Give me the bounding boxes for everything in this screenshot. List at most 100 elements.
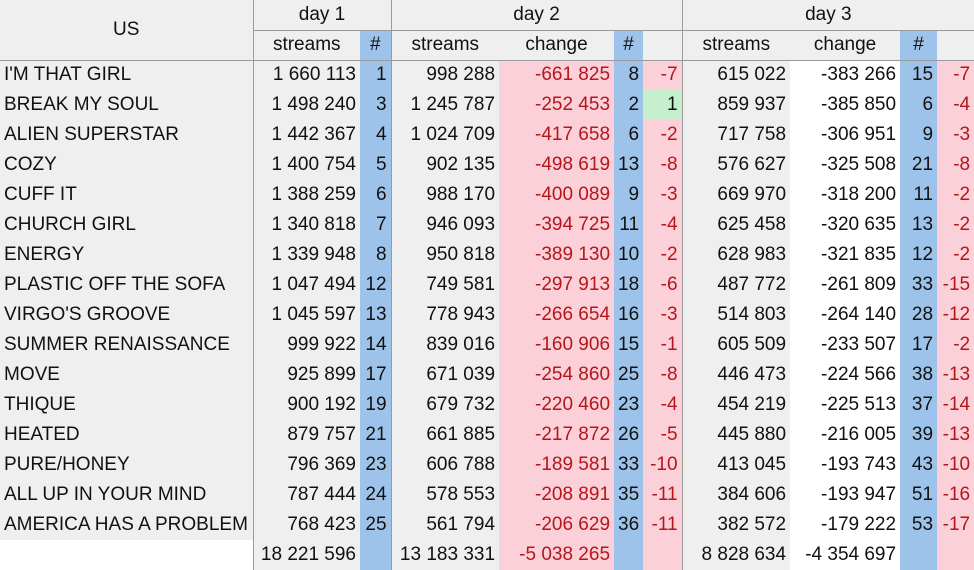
d3-rank-cell[interactable]: 43 [900,450,938,480]
d2-move-cell[interactable]: -4 [643,390,683,420]
d2-move-cell[interactable]: -1 [643,330,683,360]
d1-rank-cell[interactable]: 21 [360,420,392,450]
d3-streams-cell[interactable]: 446 473 [681,360,791,390]
d2-change-cell[interactable]: -217 872 [499,420,615,450]
d2-streams-cell[interactable]: 749 581 [390,270,500,300]
d3-streams-cell[interactable]: 445 880 [681,420,791,450]
d2-streams-cell[interactable]: 679 732 [390,390,500,420]
d2-streams-cell[interactable]: 671 039 [390,360,500,390]
song-title-cell[interactable]: CHURCH GIRL [0,210,253,240]
day2-streams-header[interactable]: streams [390,30,500,61]
d1-rank-cell[interactable]: 13 [360,300,392,330]
song-title-cell[interactable]: ENERGY [0,240,253,270]
d3-move-cell[interactable]: -3 [937,120,974,150]
d3-rank-cell[interactable]: 12 [900,240,938,270]
d3-change-cell[interactable]: -320 635 [790,210,901,240]
song-title-cell[interactable]: HEATED [0,420,253,450]
d3-streams-cell[interactable]: 576 627 [681,150,791,180]
d3-move-cell[interactable]: -12 [937,300,974,330]
d2-streams-cell[interactable]: 606 788 [390,450,500,480]
d2-change-cell[interactable]: -297 913 [499,270,615,300]
d2-rank-cell[interactable]: 15 [614,330,644,360]
d2-move-cell[interactable]: -7 [643,60,683,90]
d3-move-cell[interactable]: -8 [937,150,974,180]
total-d2-move-cell[interactable] [643,540,683,570]
d2-change-cell[interactable]: -661 825 [499,60,615,90]
d2-change-cell[interactable]: -266 654 [499,300,615,330]
d3-move-cell[interactable]: -15 [937,270,974,300]
day2-rank-header[interactable]: # [614,30,644,61]
d2-change-cell[interactable]: -189 581 [499,450,615,480]
d3-move-cell[interactable]: -7 [937,60,974,90]
d1-rank-cell[interactable]: 24 [360,480,392,510]
day2-header[interactable]: day 2 [390,0,683,31]
d2-change-cell[interactable]: -252 453 [499,90,615,120]
day3-header[interactable]: day 3 [681,0,974,31]
d3-streams-cell[interactable]: 384 606 [681,480,791,510]
d3-rank-cell[interactable]: 37 [900,390,938,420]
d3-streams-cell[interactable]: 454 219 [681,390,791,420]
d3-rank-cell[interactable]: 28 [900,300,938,330]
d3-change-cell[interactable]: -216 005 [790,420,901,450]
d3-move-cell[interactable]: -2 [937,240,974,270]
d3-streams-cell[interactable]: 669 970 [681,180,791,210]
d1-streams-cell[interactable]: 1 498 240 [252,90,360,120]
d2-streams-cell[interactable]: 1 245 787 [390,90,500,120]
d3-move-cell[interactable]: -2 [937,180,974,210]
day3-change-header[interactable]: change [790,30,901,61]
d2-change-cell[interactable]: -394 725 [499,210,615,240]
d2-change-cell[interactable]: -498 619 [499,150,615,180]
d2-rank-cell[interactable]: 9 [614,180,644,210]
d3-rank-cell[interactable]: 11 [900,180,938,210]
d1-streams-cell[interactable]: 1 400 754 [252,150,360,180]
d2-move-cell[interactable]: -2 [643,240,683,270]
d3-change-cell[interactable]: -383 266 [790,60,901,90]
d3-streams-cell[interactable]: 514 803 [681,300,791,330]
d2-streams-cell[interactable]: 902 135 [390,150,500,180]
d2-streams-cell[interactable]: 998 288 [390,60,500,90]
d2-change-cell[interactable]: -208 891 [499,480,615,510]
d2-rank-cell[interactable]: 2 [614,90,644,120]
d2-change-cell[interactable]: -389 130 [499,240,615,270]
d2-streams-cell[interactable]: 1 024 709 [390,120,500,150]
d3-rank-cell[interactable]: 53 [900,510,938,540]
d3-rank-cell[interactable]: 9 [900,120,938,150]
song-title-cell[interactable]: ALIEN SUPERSTAR [0,120,253,150]
d2-move-cell[interactable]: -3 [643,180,683,210]
d2-move-cell[interactable]: -11 [643,510,683,540]
day3-streams-header[interactable]: streams [681,30,791,61]
total-d3-change[interactable]: -4 354 697 [790,540,901,570]
d1-streams-cell[interactable]: 1 045 597 [252,300,360,330]
d3-move-cell[interactable]: -14 [937,390,974,420]
d3-change-cell[interactable]: -385 850 [790,90,901,120]
d1-streams-cell[interactable]: 925 899 [252,360,360,390]
d3-streams-cell[interactable]: 615 022 [681,60,791,90]
d3-change-cell[interactable]: -233 507 [790,330,901,360]
d3-change-cell[interactable]: -321 835 [790,240,901,270]
d3-move-cell[interactable]: -13 [937,420,974,450]
d3-move-cell[interactable]: -10 [937,450,974,480]
d1-rank-cell[interactable]: 6 [360,180,392,210]
d1-streams-cell[interactable]: 1 388 259 [252,180,360,210]
d2-change-cell[interactable]: -160 906 [499,330,615,360]
total-d2-change[interactable]: -5 038 265 [499,540,615,570]
day3-rank-header[interactable]: # [900,30,938,61]
d3-change-cell[interactable]: -318 200 [790,180,901,210]
d1-rank-cell[interactable]: 14 [360,330,392,360]
d2-streams-cell[interactable]: 839 016 [390,330,500,360]
d2-move-cell[interactable]: -10 [643,450,683,480]
d1-streams-cell[interactable]: 796 369 [252,450,360,480]
d3-streams-cell[interactable]: 625 458 [681,210,791,240]
d2-move-cell[interactable]: -2 [643,120,683,150]
song-title-cell[interactable]: PLASTIC OFF THE SOFA [0,270,253,300]
d2-rank-cell[interactable]: 13 [614,150,644,180]
d3-move-cell[interactable]: -17 [937,510,974,540]
song-title-cell[interactable]: MOVE [0,360,253,390]
total-d3-rank-cell[interactable] [900,540,938,570]
d2-streams-cell[interactable]: 950 818 [390,240,500,270]
d2-rank-cell[interactable]: 11 [614,210,644,240]
d2-rank-cell[interactable]: 26 [614,420,644,450]
d3-rank-cell[interactable]: 33 [900,270,938,300]
d3-streams-cell[interactable]: 605 509 [681,330,791,360]
d3-change-cell[interactable]: -193 743 [790,450,901,480]
